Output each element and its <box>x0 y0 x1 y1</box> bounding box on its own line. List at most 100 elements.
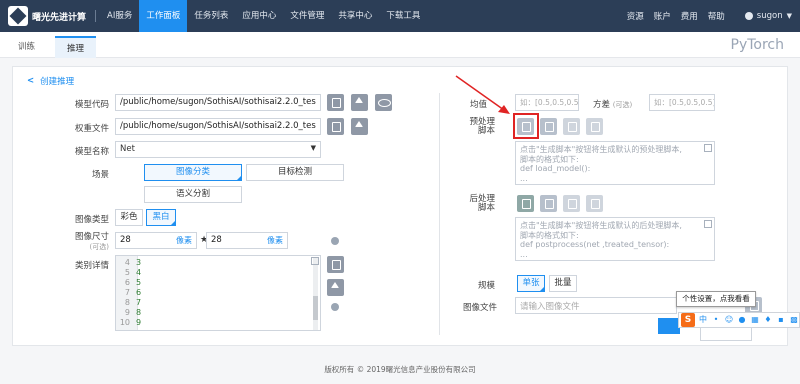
postprocess-hint-3: def postprocess(net ,treated_tensor): <box>520 240 670 249</box>
image-height-input[interactable]: 28 像素 <box>206 232 288 249</box>
width-unit: 像素 <box>176 236 192 245</box>
preprocess-script-editor[interactable]: 点击"生成脚本"按钮将生成默认的预处理脚本, 脚本的格式如下: def load… <box>515 141 715 185</box>
scale-option-batch[interactable]: 批量 <box>549 275 577 292</box>
postprocess-script-editor[interactable]: 点击"生成脚本"按钮将生成默认的后处理脚本, 脚本的格式如下: def post… <box>515 217 715 261</box>
user-menu[interactable]: sugon ▼ <box>744 11 792 21</box>
panel-title: 创建推理 <box>40 77 75 87</box>
model-code-label: 模型代码 <box>74 100 109 110</box>
image-file-input[interactable]: 请输入图像文件 <box>515 297 677 314</box>
back-link[interactable]: < 创建推理 <box>27 75 74 87</box>
upload-icon[interactable] <box>351 94 368 111</box>
weights-input[interactable]: /public/home/sugon/SothisAI/sothisai2.2.… <box>115 118 321 135</box>
expand-icon[interactable] <box>704 220 712 228</box>
file-icon[interactable] <box>327 256 344 273</box>
username: sugon <box>756 11 783 21</box>
file-icon[interactable] <box>327 94 344 111</box>
class-detail-editor[interactable]: 4 3 5 4 6 5 7 6 8 7 9 8 10 9 <box>115 255 321 331</box>
line-value: 9 <box>136 318 142 327</box>
image-width-input[interactable]: 28 像素 <box>115 232 197 249</box>
scrollbar-thumb[interactable] <box>313 296 318 320</box>
expand-icon[interactable] <box>704 144 712 152</box>
microphone-icon[interactable]: ● <box>737 315 747 325</box>
save-icon[interactable] <box>586 118 603 135</box>
nav-dashboard[interactable]: 工作面板 <box>139 0 188 32</box>
emoji-icon[interactable]: ☺ <box>724 315 734 325</box>
logo-icon <box>8 6 28 26</box>
eye-icon[interactable] <box>375 94 392 111</box>
nav-divider <box>95 10 96 22</box>
nav-account[interactable]: 账户 <box>654 10 671 22</box>
postprocess-hint-4: ... <box>520 250 528 259</box>
framework-label: PyTorch <box>730 37 784 53</box>
logo[interactable]: 曙光先进计算 <box>8 6 86 26</box>
tab-train[interactable]: 训练 <box>18 40 35 52</box>
height-unit: 像素 <box>267 236 283 245</box>
scale-option-single[interactable]: 单张 <box>517 275 545 292</box>
model-name-label: 模型名称 <box>74 147 109 157</box>
submit-button[interactable] <box>658 318 680 334</box>
image-type-color[interactable]: 彩色 <box>115 209 143 226</box>
chevron-left-icon: < <box>27 76 35 86</box>
std-input[interactable]: 如：[0.5,0.5,0.5] <box>649 94 715 111</box>
nav-task-list[interactable]: 任务列表 <box>187 0 235 32</box>
ime-toolbar[interactable]: S 中 • ☺ ● ▦ ♦ ▪ ▩ <box>678 312 800 328</box>
undo-icon[interactable] <box>563 118 580 135</box>
nav-share-center[interactable]: 共享中心 <box>331 0 379 32</box>
sogou-logo-icon[interactable]: S <box>681 313 695 327</box>
line-number: 4 <box>124 258 130 267</box>
footer-copyright: 版权所有 © 2019曙光信息产业股份有限公司 <box>324 365 476 374</box>
tab-inference[interactable]: 推理 <box>55 36 97 58</box>
dropdown-caret-icon: ▼ <box>310 144 316 152</box>
scene-option-segmentation[interactable]: 语义分割 <box>144 186 242 203</box>
image-width-value: 28 <box>120 235 131 245</box>
nav-file-management[interactable]: 文件管理 <box>283 0 331 32</box>
nav-help[interactable]: 帮助 <box>708 10 725 22</box>
save-icon[interactable] <box>586 195 603 212</box>
line-value: 4 <box>136 268 142 277</box>
keyboard-icon[interactable]: ▦ <box>750 315 760 325</box>
weights-label: 权重文件 <box>74 124 109 134</box>
right-nav: 资源 账户 费用 帮助 sugon ▼ <box>627 0 792 32</box>
top-nav-bar: 曙光先进计算 AI服务 工作面板 任务列表 应用中心 文件管理 共享中心 下载工… <box>0 0 800 32</box>
upload-icon[interactable] <box>351 118 368 135</box>
model-code-input[interactable]: /public/home/sugon/SothisAI/sothisai2.2.… <box>115 94 321 111</box>
nav-billing[interactable]: 费用 <box>681 10 698 22</box>
chevron-down-icon: ▼ <box>786 12 792 20</box>
postprocess-label: 后处理 脚本 <box>463 195 495 213</box>
model-name-value: Net <box>120 144 135 154</box>
main-nav: AI服务 工作面板 任务列表 应用中心 文件管理 共享中心 下载工具 <box>100 0 427 32</box>
scene-label: 场景 <box>91 170 109 180</box>
info-icon[interactable] <box>331 303 339 311</box>
nav-download-tools[interactable]: 下载工具 <box>379 0 427 32</box>
skin-icon[interactable]: ♦ <box>763 315 773 325</box>
scale-label: 规模 <box>477 281 495 291</box>
file-icon[interactable] <box>540 118 557 135</box>
generate-script-icon[interactable] <box>517 195 534 212</box>
scene-option-detection[interactable]: 目标检测 <box>246 164 344 181</box>
file-icon[interactable] <box>327 118 344 135</box>
upload-icon[interactable] <box>327 279 344 296</box>
info-icon[interactable] <box>331 237 339 245</box>
preprocess-label-2: 脚本 <box>477 126 495 136</box>
ime-mode[interactable]: 中 <box>698 315 708 325</box>
settings-icon[interactable]: ▩ <box>789 315 799 325</box>
cancel-button[interactable] <box>700 327 752 341</box>
nav-ai-service[interactable]: AI服务 <box>100 0 139 32</box>
line-number: 8 <box>124 298 130 307</box>
expand-icon[interactable] <box>311 257 319 265</box>
nav-resources[interactable]: 资源 <box>627 10 644 22</box>
mean-input[interactable]: 如：[0.5,0.5,0.5] <box>515 94 579 111</box>
undo-icon[interactable] <box>563 195 580 212</box>
nav-app-center[interactable]: 应用中心 <box>235 0 283 32</box>
line-value: 5 <box>136 278 142 287</box>
line-number: 5 <box>124 268 130 277</box>
file-icon[interactable] <box>540 195 557 212</box>
model-name-select[interactable]: Net ▼ <box>115 141 321 158</box>
logo-text: 曙光先进计算 <box>32 12 87 23</box>
punctuation-icon[interactable]: • <box>711 315 721 325</box>
class-detail-label: 类别详情 <box>74 261 109 271</box>
toolbox-icon[interactable]: ▪ <box>776 315 786 325</box>
scene-option-classification[interactable]: 图像分类 <box>144 164 242 181</box>
image-type-grayscale[interactable]: 黑白 <box>146 209 176 226</box>
image-type-label: 图像类型 <box>74 215 109 225</box>
